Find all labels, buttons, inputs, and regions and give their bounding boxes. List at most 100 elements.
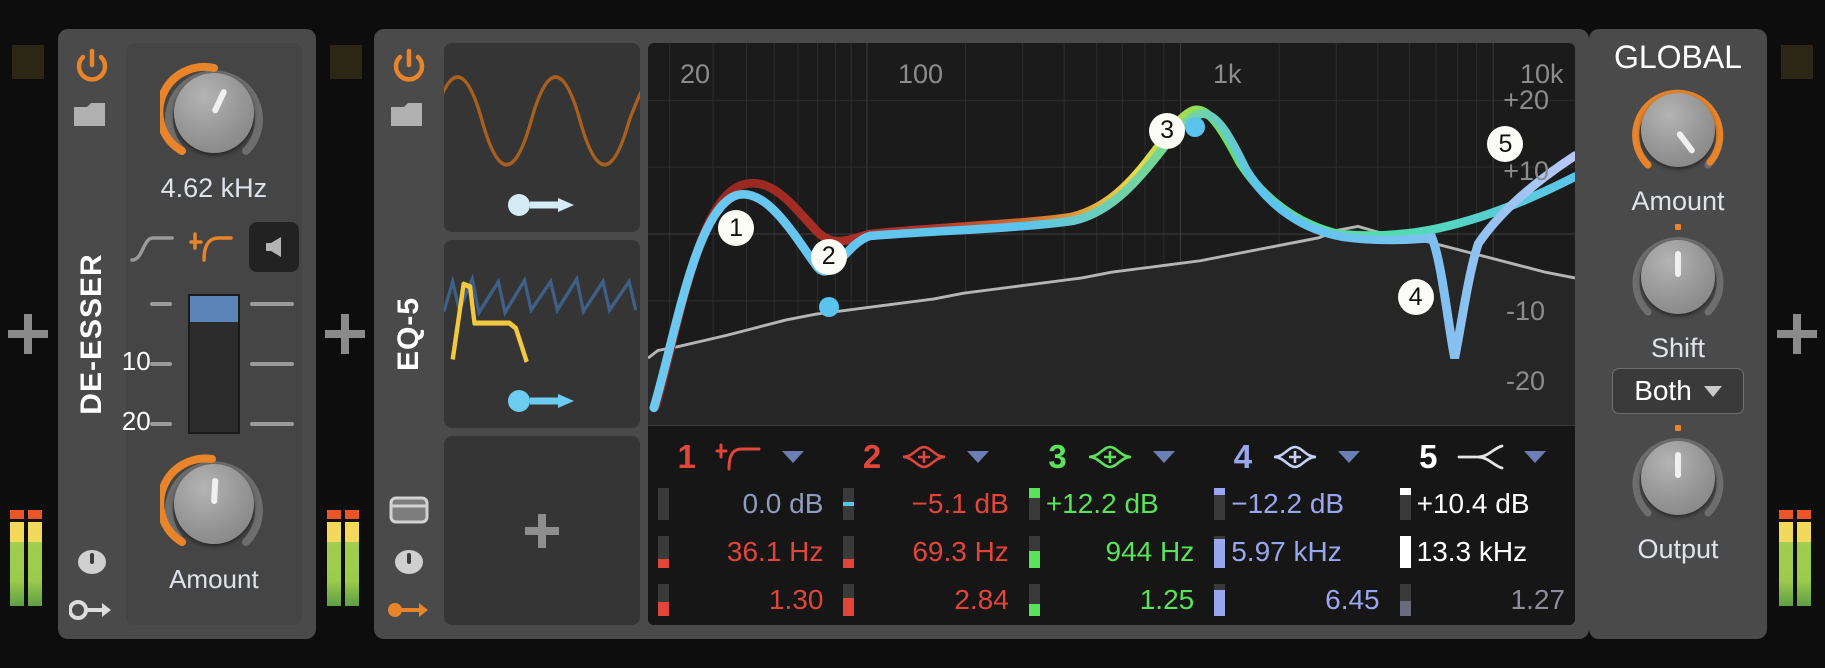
band-gain-value: +12.2 dB bbox=[1045, 488, 1159, 519]
routing-icon[interactable] bbox=[68, 597, 115, 623]
modulation-handle[interactable] bbox=[508, 193, 576, 216]
channel-mode-value: Both bbox=[1634, 375, 1692, 406]
right-edge-column bbox=[1767, 0, 1825, 668]
middle-meter bbox=[327, 510, 359, 606]
bandpass-filter-icon[interactable] bbox=[189, 230, 235, 264]
channel-mode-select[interactable]: Both bbox=[1612, 368, 1744, 414]
band-gain-row[interactable]: +12.2 dB bbox=[1019, 480, 1204, 528]
global-shift-control[interactable]: Shift bbox=[1618, 224, 1738, 364]
global-output-control[interactable]: Output bbox=[1618, 425, 1738, 565]
add-module-button-right[interactable] bbox=[1777, 314, 1817, 354]
band-q-row[interactable]: 1.27 bbox=[1390, 576, 1575, 624]
eq-curve-graph[interactable]: 20 100 1k 10k +20 +10 -10 -20 1 2 3 4 5 bbox=[648, 43, 1575, 425]
global-shift-label: Shift bbox=[1650, 333, 1706, 363]
band-freq-row[interactable]: 5.97 kHz bbox=[1204, 528, 1389, 576]
add-module-button-middle[interactable] bbox=[325, 314, 365, 354]
knob-icon[interactable] bbox=[389, 545, 429, 579]
db-tick-minus20: -20 bbox=[1505, 366, 1545, 396]
freq-tick-20: 20 bbox=[680, 59, 711, 89]
deesser-rail: DE-ESSER bbox=[58, 29, 126, 639]
add-module-button-left[interactable] bbox=[8, 314, 48, 354]
bell-filter-icon[interactable] bbox=[1270, 442, 1320, 472]
freq-tick-1k: 1k bbox=[1213, 59, 1242, 89]
oscillator-thumbnail[interactable] bbox=[444, 43, 640, 232]
eq-node-2-handle[interactable] bbox=[818, 296, 839, 317]
eq-node-3-handle[interactable] bbox=[1184, 117, 1205, 138]
eq5-body: 20 100 1k 10k +20 +10 -10 -20 1 2 3 4 5 bbox=[444, 43, 1575, 626]
eq-node-5[interactable]: 5 bbox=[1487, 126, 1524, 163]
band-q-row[interactable]: 1.25 bbox=[1019, 576, 1204, 624]
meter-channel-l bbox=[327, 510, 341, 606]
eq-band-3: 3 +12.2 dB 944 Hz 1.25 bbox=[1019, 426, 1204, 625]
band-gain-row[interactable]: +10.4 dB bbox=[1390, 480, 1575, 528]
meter-channel-r bbox=[1797, 510, 1811, 606]
folder-icon[interactable] bbox=[72, 99, 112, 129]
band-freq-value: 5.97 kHz bbox=[1231, 536, 1342, 567]
eq-node-2[interactable]: 2 bbox=[810, 238, 847, 275]
highshelf-filter-icon[interactable] bbox=[1456, 442, 1506, 472]
band-gain-row[interactable]: −5.1 dB bbox=[833, 480, 1018, 528]
band-q-row[interactable]: 6.45 bbox=[1204, 576, 1389, 624]
bell-filter-icon[interactable] bbox=[899, 442, 949, 472]
knob-icon[interactable] bbox=[72, 545, 112, 579]
deesser-amount-label: Amount bbox=[169, 564, 259, 594]
folder-icon[interactable] bbox=[389, 99, 429, 129]
envelope-thumbnail[interactable] bbox=[444, 239, 640, 429]
speaker-icon[interactable] bbox=[248, 222, 299, 272]
band-gain-row[interactable]: −12.2 dB bbox=[1204, 480, 1389, 528]
power-icon[interactable] bbox=[72, 47, 112, 87]
band-number: 4 bbox=[1233, 438, 1253, 475]
eq-node-1[interactable]: 1 bbox=[718, 210, 755, 247]
eq-node-4[interactable]: 4 bbox=[1397, 279, 1434, 316]
power-icon[interactable] bbox=[389, 47, 429, 87]
band-freq-row[interactable]: 36.1 Hz bbox=[648, 528, 833, 576]
eq-display: 20 100 1k 10k +20 +10 -10 -20 1 2 3 4 5 bbox=[648, 43, 1575, 625]
band-freq-row[interactable]: 944 Hz bbox=[1019, 528, 1204, 576]
band-type-dropdown[interactable] bbox=[1523, 451, 1546, 463]
eq5-rail-bottom bbox=[374, 493, 444, 623]
eq-band-4: 4 −12.2 dB 5.97 kHz 6.45 bbox=[1204, 426, 1389, 625]
band-freq-row[interactable]: 13.3 kHz bbox=[1390, 528, 1575, 576]
add-modulator-slot[interactable] bbox=[444, 436, 640, 626]
eq-band-controls: 1 0.0 dB 36.1 Hz 1.30 2 −5.1 dB 69.3 Hz … bbox=[648, 425, 1575, 625]
eq5-module: EQ-5 20 100 1k 10k +20 +10 -10 -20 1 2 3… bbox=[374, 29, 1589, 639]
band-q-row[interactable]: 2.84 bbox=[833, 576, 1018, 624]
global-amount-control[interactable]: Amount bbox=[1618, 80, 1738, 217]
band-gain-value: +10.4 dB bbox=[1416, 488, 1530, 519]
eq5-module-label: EQ-5 bbox=[392, 296, 425, 372]
routing-icon[interactable] bbox=[386, 597, 432, 623]
freq-slider bbox=[658, 536, 669, 568]
middle-edge-column bbox=[316, 0, 374, 668]
band-gain-value: 0.0 dB bbox=[742, 488, 824, 519]
db-tick-minus10: -10 bbox=[1505, 296, 1545, 326]
band-q-row[interactable]: 1.30 bbox=[648, 576, 833, 624]
fader-tick-10: 10 bbox=[121, 346, 151, 376]
meter-channel-r bbox=[345, 510, 359, 606]
global-amount-label: Amount bbox=[1631, 186, 1725, 216]
modulation-handle[interactable] bbox=[508, 390, 576, 413]
window-icon[interactable] bbox=[388, 493, 430, 527]
band-q-value: 1.30 bbox=[768, 584, 824, 615]
bell-filter-icon[interactable] bbox=[1085, 442, 1135, 472]
left-edge-column bbox=[0, 0, 58, 668]
bandpass-filter-icon[interactable] bbox=[714, 442, 764, 472]
eq-band-1: 1 0.0 dB 36.1 Hz 1.30 bbox=[648, 426, 833, 625]
band-freq-row[interactable]: 69.3 Hz bbox=[833, 528, 1018, 576]
meter-channel-l bbox=[10, 510, 24, 606]
chevron-down-icon bbox=[1703, 385, 1722, 397]
band-type-dropdown[interactable] bbox=[1338, 451, 1361, 463]
band-freq-value: 69.3 Hz bbox=[912, 536, 1009, 567]
deesser-amount-control[interactable]: Amount bbox=[154, 450, 274, 595]
deesser-rail-bottom bbox=[58, 545, 126, 623]
output-meter-right bbox=[1779, 510, 1811, 606]
eq-node-3[interactable]: 3 bbox=[1149, 112, 1186, 149]
eq5-rail: EQ-5 bbox=[374, 29, 444, 639]
band-gain-row[interactable]: 0.0 dB bbox=[648, 480, 833, 528]
band-q-value: 2.84 bbox=[954, 584, 1009, 615]
shelf-filter-icon[interactable] bbox=[129, 230, 175, 264]
deesser-frequency-control[interactable]: 4.62 kHz bbox=[154, 59, 274, 204]
deesser-reduction-fader[interactable]: 10 20 bbox=[122, 288, 302, 440]
band-type-dropdown[interactable] bbox=[1152, 451, 1175, 463]
band-type-dropdown[interactable] bbox=[967, 451, 990, 463]
band-type-dropdown[interactable] bbox=[781, 451, 804, 463]
